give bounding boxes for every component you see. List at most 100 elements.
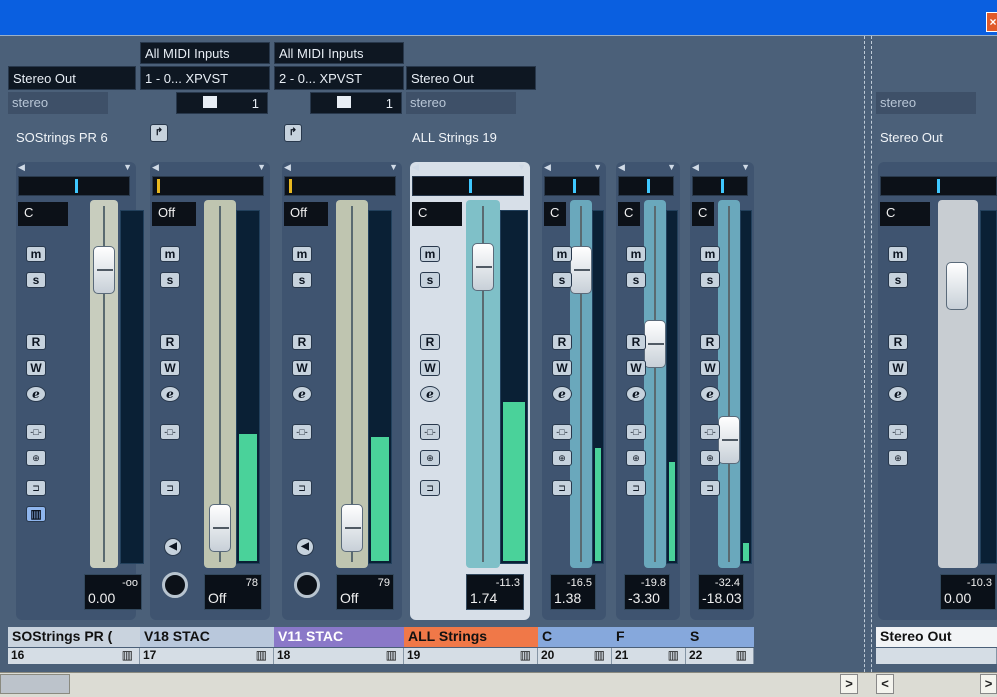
master-pan-knob[interactable] (880, 176, 997, 196)
fader-cap[interactable] (570, 246, 592, 295)
mute-button[interactable]: m (626, 246, 646, 262)
volume-value-box[interactable]: -32.4 -18.03 (698, 574, 744, 610)
read-automation-button[interactable]: R (420, 334, 440, 350)
scroll-right-button[interactable]: > (840, 674, 858, 694)
edit-channel-button[interactable]: e (700, 386, 720, 402)
ch17-midi-input[interactable]: All MIDI Inputs (140, 42, 270, 64)
master-name-label[interactable]: Stereo Out (876, 627, 997, 647)
solo-button[interactable]: s (420, 272, 440, 288)
sends-bypass-icon[interactable]: ⊐ (552, 480, 572, 496)
instrument-edit-icon[interactable]: ↱ (150, 124, 168, 142)
eq-bypass-icon[interactable]: ⊕ (420, 450, 440, 466)
pan-arrows[interactable]: ◀ ▼ (16, 162, 136, 174)
fader-cap[interactable] (341, 503, 363, 552)
read-automation-button[interactable]: R (292, 334, 312, 350)
edit-channel-button[interactable]: e (160, 386, 180, 402)
pan-value[interactable]: C (18, 202, 68, 226)
write-automation-button[interactable]: W (552, 360, 572, 376)
fader-cap[interactable] (718, 415, 740, 464)
mute-button[interactable]: m (420, 246, 440, 262)
write-automation-button[interactable]: W (700, 360, 720, 376)
eq-bypass-icon[interactable]: ⊕ (26, 450, 46, 466)
fader-cap[interactable] (93, 246, 115, 295)
volume-value-box[interactable]: -11.3 1.74 (466, 574, 524, 610)
master-volume-fader-track[interactable] (938, 200, 978, 568)
channel-name-label[interactable]: SOStrings PR ( (8, 627, 140, 647)
sends-bypass-icon[interactable]: ⊐ (292, 480, 312, 496)
write-automation-button[interactable]: W (160, 360, 180, 376)
ch18-output-routing[interactable]: 2 - 0... XPVST (274, 66, 404, 90)
mute-button[interactable]: m (160, 246, 180, 262)
inserts-bypass-icon[interactable]: -□- (26, 424, 46, 440)
eq-bypass-icon[interactable]: ⊕ (700, 450, 720, 466)
speaker-icon[interactable]: ◀ (164, 538, 182, 556)
master-fader-cap[interactable] (946, 262, 968, 310)
instrument-edit-icon[interactable]: ↱ (284, 124, 302, 142)
volume-value-box[interactable]: 78 Off (204, 574, 262, 610)
write-automation-button[interactable]: W (292, 360, 312, 376)
edit-channel-button[interactable]: e (420, 386, 440, 402)
pan-knob[interactable] (618, 176, 674, 196)
pan-value[interactable]: C (412, 202, 462, 226)
read-automation-button[interactable]: R (552, 334, 572, 350)
channel-name-label[interactable]: S (686, 627, 754, 647)
solo-button[interactable]: s (160, 272, 180, 288)
mute-button[interactable]: m (552, 246, 572, 262)
channel-name-label[interactable]: V18 STAC (140, 627, 274, 647)
write-automation-button[interactable]: W (888, 360, 908, 376)
fader-cap[interactable] (472, 242, 494, 291)
pan-knob[interactable] (284, 176, 396, 196)
pan-arrows[interactable]: ◀ ▼ (616, 162, 680, 174)
eq-bypass-icon[interactable]: ⊕ (888, 450, 908, 466)
eq-bypass-icon[interactable]: ⊕ (626, 450, 646, 466)
inserts-bypass-icon[interactable]: -□- (160, 424, 180, 440)
edit-channel-button[interactable]: e (626, 386, 646, 402)
pan-knob[interactable] (412, 176, 524, 196)
sends-bypass-icon[interactable]: ⊐ (160, 480, 180, 496)
solo-button[interactable]: s (26, 272, 46, 288)
read-automation-button[interactable]: R (626, 334, 646, 350)
ch18-midi-input[interactable]: All MIDI Inputs (274, 42, 404, 64)
edit-channel-button[interactable]: e (552, 386, 572, 402)
pan-knob[interactable] (18, 176, 130, 196)
ch18-midi-channel[interactable]: 1 (310, 92, 402, 114)
mute-button[interactable]: m (700, 246, 720, 262)
pan-value[interactable]: Off (152, 202, 196, 226)
volume-value-box[interactable]: -19.8 -3.30 (624, 574, 670, 610)
read-automation-button[interactable]: R (26, 334, 46, 350)
volume-value-box[interactable]: 79 Off (336, 574, 394, 610)
ch17-midi-channel[interactable]: 1 (176, 92, 268, 114)
channel-name-label[interactable]: V11 STAC (274, 627, 404, 647)
pan-knob[interactable] (692, 176, 748, 196)
read-automation-button[interactable]: R (160, 334, 180, 350)
sends-bypass-icon[interactable]: ⊐ (26, 480, 46, 496)
pan-knob[interactable] (544, 176, 600, 196)
scroll-left-button[interactable]: < (876, 674, 894, 694)
solo-button[interactable]: s (888, 272, 908, 288)
channel-name-label[interactable]: C (538, 627, 612, 647)
mute-button[interactable]: m (292, 246, 312, 262)
channel-name-label[interactable]: ALL Strings (404, 627, 538, 647)
mixer-section-divider[interactable] (864, 36, 872, 697)
pan-value[interactable]: C (544, 202, 566, 226)
pan-value[interactable]: C (618, 202, 640, 226)
inserts-bypass-icon[interactable]: -□- (552, 424, 572, 440)
pan-arrows[interactable]: ◀ ▼ (150, 162, 270, 174)
close-icon[interactable]: × (986, 12, 997, 32)
fader-cap[interactable] (209, 503, 231, 552)
pan-arrows[interactable]: ◀ ▼ (542, 162, 606, 174)
read-automation-button[interactable]: R (700, 334, 720, 350)
pan-value[interactable]: C (692, 202, 714, 226)
inserts-bypass-icon[interactable]: -□- (292, 424, 312, 440)
eq-bypass-icon[interactable]: ⊕ (552, 450, 572, 466)
pan-arrows[interactable]: ◀ ▼ (410, 162, 530, 174)
sends-bypass-icon[interactable]: ⊐ (420, 480, 440, 496)
fader-cap[interactable] (644, 319, 666, 368)
pan-arrows[interactable]: ◀ ▼ (282, 162, 402, 174)
pan-arrows[interactable]: ◀ ▼ (690, 162, 754, 174)
mute-button[interactable]: m (26, 246, 46, 262)
edit-channel-button[interactable]: e (26, 386, 46, 402)
scroll-right-button[interactable]: > (980, 674, 997, 694)
volume-value-box[interactable]: -16.5 1.38 (550, 574, 596, 610)
master-pan-value[interactable]: C (880, 202, 930, 226)
